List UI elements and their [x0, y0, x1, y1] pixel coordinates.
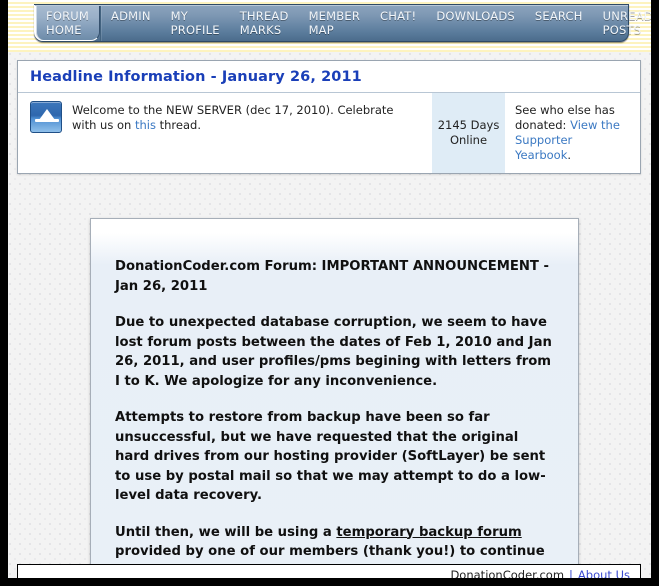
content-area: Headline Information - January 26, 2011 … — [8, 52, 651, 586]
nav-chat[interactable]: CHAT! — [370, 5, 426, 41]
nav-downloads[interactable]: DOWNLOADS — [426, 5, 525, 41]
welcome-thread-link[interactable]: this — [135, 118, 156, 132]
welcome-text-after: thread. — [155, 118, 201, 132]
nav-admin[interactable]: ADMIN — [100, 5, 161, 41]
announcement-heading: DonationCoder.com Forum: IMPORTANT ANNOU… — [115, 259, 549, 294]
top-navigation-band: FORUM HOME ADMIN MY PROFILE THREAD MARKS MEM… — [8, 0, 651, 52]
bottom-black-strip — [0, 578, 659, 586]
headline-information-panel: Headline Information - January 26, 2011 … — [17, 60, 641, 174]
days-online-cell: 2145 Days Online — [431, 93, 505, 173]
temporary-backup-forum-link[interactable]: temporary backup forum — [336, 525, 521, 540]
main-navigation-bar: FORUM HOME ADMIN MY PROFILE THREAD MARKS MEM… — [34, 4, 651, 42]
nav-forum-home[interactable]: FORUM HOME — [34, 5, 100, 41]
nav-my-profile[interactable]: MY PROFILE — [161, 5, 230, 41]
donation-info-cell: See who else has donated: View the Suppo… — [505, 93, 640, 173]
headline-title: Headline Information - January 26, 2011 — [18, 61, 640, 93]
nav-member-map[interactable]: MEMBER MAP — [299, 5, 370, 41]
donated-text-after: . — [567, 148, 572, 162]
announcement-box: DonationCoder.com Forum: IMPORTANT ANNOU… — [90, 218, 579, 586]
days-online-value: 2145 Days Online — [437, 118, 500, 147]
announcement-p3-before: Until then, we will be using a — [115, 524, 337, 540]
announcement-paragraph-1: Due to unexpected database corruption, w… — [115, 315, 552, 389]
pin-icon — [30, 101, 62, 133]
nav-search[interactable]: SEARCH — [525, 5, 593, 41]
announcement-paragraph-2: Attempts to restore from backup have bee… — [115, 410, 546, 503]
welcome-message: Welcome to the NEW SERVER (dec 17, 2010)… — [68, 93, 431, 173]
nav-thread-marks[interactable]: THREAD MARKS — [230, 5, 299, 41]
headline-icon-cell — [18, 93, 68, 173]
headline-body: Welcome to the NEW SERVER (dec 17, 2010)… — [18, 93, 640, 173]
welcome-text-before: Welcome to the NEW SERVER (dec 17, 2010)… — [72, 103, 394, 132]
nav-unread-posts[interactable]: UNREAD POSTS — [593, 5, 651, 41]
page-container: FORUM HOME ADMIN MY PROFILE THREAD MARKS MEM… — [8, 0, 651, 586]
